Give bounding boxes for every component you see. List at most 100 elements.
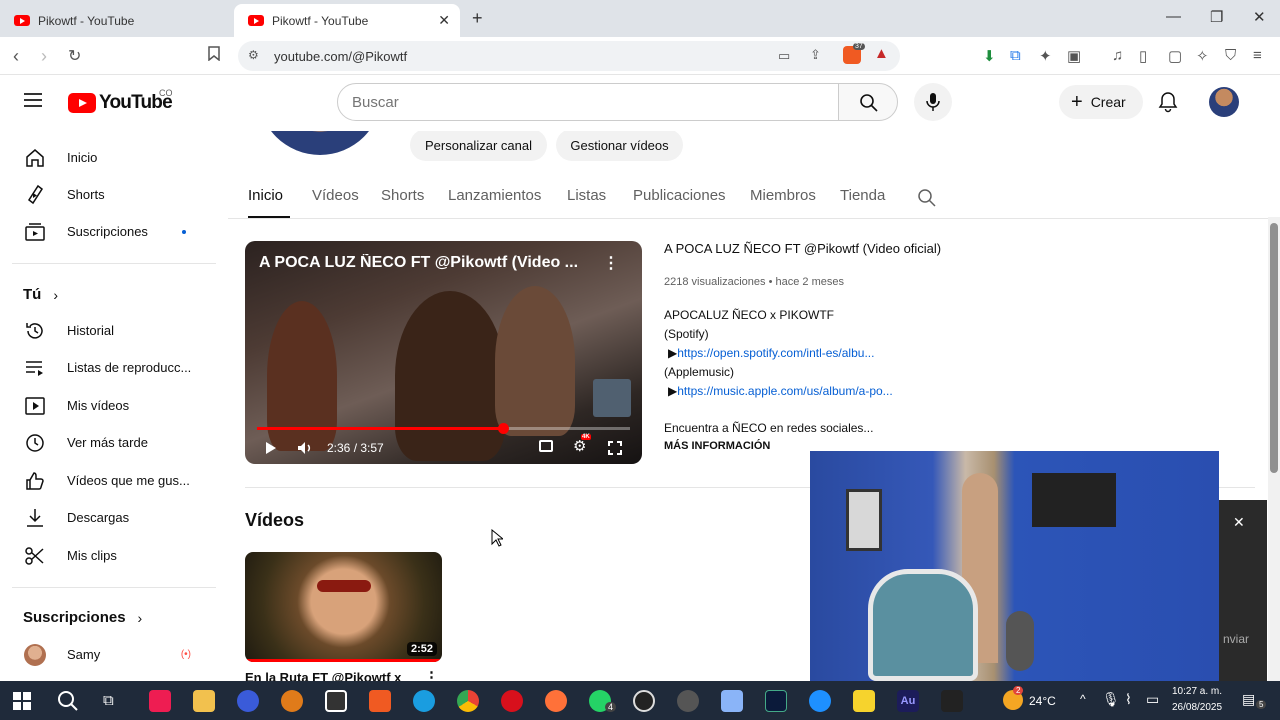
task-view-icon[interactable]: ⧉ <box>103 692 114 709</box>
sidebar-item-historial[interactable]: Historial <box>12 312 216 349</box>
app-icon[interactable] <box>633 690 655 712</box>
extensions-icon[interactable]: ✦ <box>1039 47 1052 65</box>
customize-channel-button[interactable]: Personalizar canal <box>410 131 547 161</box>
sidebar-item-shorts[interactable]: Shorts <box>12 176 216 213</box>
sidebar-item-mis-videos[interactable]: Mis vídeos <box>12 387 216 424</box>
back-icon[interactable]: ‹ <box>13 46 19 67</box>
file-explorer-icon[interactable] <box>193 690 215 712</box>
tab-tienda[interactable]: Tienda <box>840 187 885 204</box>
hamburger-menu-icon[interactable] <box>24 93 42 107</box>
whatsapp-icon[interactable]: 4 <box>589 690 617 712</box>
translate-icon[interactable]: ⧉ <box>1010 47 1021 64</box>
browser-tab-2[interactable]: Pikowtf - YouTube ✕ <box>234 4 460 37</box>
network-icon[interactable]: ⌇ <box>1125 691 1132 708</box>
music-icon[interactable]: ♫ <box>1112 47 1123 64</box>
audition-icon[interactable]: Au <box>897 690 919 712</box>
windows-start-icon[interactable] <box>13 692 31 710</box>
url-field[interactable]: ⚙ youtube.com/@Pikowtf ▭ ⇪ 37 ▲ <box>238 41 900 71</box>
close-tab-icon[interactable]: ✕ <box>438 12 450 29</box>
search-button[interactable] <box>838 83 898 121</box>
share-icon[interactable]: ⇪ <box>810 47 821 63</box>
taskbar-search-icon[interactable] <box>57 690 79 712</box>
clock-date[interactable]: 26/08/2025 <box>1172 702 1222 713</box>
leo-ai-icon[interactable]: ✧ <box>1196 47 1209 65</box>
sidebar-toggle-icon[interactable]: ▯ <box>1139 47 1147 65</box>
app-icon[interactable] <box>281 690 303 712</box>
sidebar-item-inicio[interactable]: Inicio <box>12 139 216 176</box>
sidebar-item-ver-mas-tarde[interactable]: Ver más tarde <box>12 424 216 461</box>
chrome-browser-icon[interactable] <box>457 690 479 712</box>
tab-shorts[interactable]: Shorts <box>381 187 424 204</box>
show-hidden-icons-chevron-icon[interactable]: ^ <box>1080 692 1086 706</box>
new-tab-button[interactable]: + <box>472 8 483 29</box>
sidebar-item-suscripciones[interactable]: Suscripciones <box>12 213 216 250</box>
microphone-tray-icon[interactable]: 🎙 <box>1102 691 1120 708</box>
brave-shields-icon[interactable]: 37 <box>843 43 865 64</box>
volume-icon[interactable] <box>297 441 313 455</box>
menu-icon[interactable]: ≡ <box>1253 47 1262 64</box>
search-input[interactable] <box>338 84 798 120</box>
sidebar-item-descargas[interactable]: Descargas <box>12 499 216 536</box>
subscriptions-section-header[interactable]: Suscripciones › <box>23 609 142 626</box>
reading-list-icon[interactable]: ▣ <box>1067 47 1081 65</box>
tab-inicio[interactable]: Inicio <box>248 187 283 204</box>
volume-tray-icon[interactable]: ▭ <box>1146 691 1159 708</box>
video-more-options-icon[interactable]: ⋮ <box>424 668 439 681</box>
progress-bar[interactable] <box>257 423 630 434</box>
site-settings-icon[interactable]: ⚙ <box>248 48 259 62</box>
close-overlay-icon[interactable]: ✕ <box>1233 514 1245 531</box>
voice-search-button[interactable] <box>914 83 952 121</box>
webcam-overlay[interactable] <box>810 451 1219 681</box>
spotify-link[interactable]: https://open.spotify.com/intl-es/albu... <box>677 346 874 360</box>
sticky-notes-icon[interactable] <box>853 690 875 712</box>
channel-search-icon[interactable] <box>917 188 937 208</box>
video-thumbnail[interactable]: 2:52 <box>245 552 442 662</box>
forward-icon[interactable]: › <box>41 46 47 67</box>
page-scrollbar[interactable] <box>1268 217 1280 681</box>
bookmark-icon[interactable] <box>208 46 220 65</box>
videos-section-heading[interactable]: Vídeos <box>245 510 304 531</box>
firefox-browser-icon[interactable] <box>545 690 567 712</box>
tiktok-icon[interactable] <box>149 690 171 712</box>
tab-miembros[interactable]: Miembros <box>750 187 816 204</box>
fullscreen-icon[interactable] <box>608 441 622 455</box>
opera-browser-icon[interactable] <box>501 690 523 712</box>
notifications-bell-icon[interactable] <box>1158 91 1178 113</box>
obs-icon[interactable] <box>677 690 699 712</box>
apple-music-link[interactable]: https://music.apple.com/us/album/a-po... <box>677 384 892 398</box>
app-icon[interactable] <box>237 690 259 712</box>
tab-publicaciones[interactable]: Publicaciones <box>633 187 726 204</box>
download-arrow-icon[interactable]: ⬇ <box>983 47 996 65</box>
featured-video-title[interactable]: A POCA LUZ ÑECO FT @Pikowtf (Video ofici… <box>664 241 1084 256</box>
vpn-icon[interactable]: ⛉ <box>1225 47 1236 64</box>
youtube-logo[interactable]: YouTube CO <box>68 88 173 114</box>
scrollbar-thumb[interactable] <box>1270 223 1278 473</box>
minimize-icon[interactable]: — <box>1166 8 1181 25</box>
manage-videos-button[interactable]: Gestionar vídeos <box>556 131 683 161</box>
brave-rewards-icon[interactable]: ▲ <box>874 45 889 62</box>
featured-video-player[interactable]: A POCA LUZ ÑECO FT @Pikowtf (Video ... ⋮… <box>245 241 642 464</box>
browser-tab-1[interactable]: Pikowtf - YouTube <box>0 4 232 37</box>
wallet-icon[interactable]: ▢ <box>1168 47 1182 65</box>
notifications-center-icon[interactable]: ▤ <box>1242 691 1255 708</box>
video-title[interactable]: En la Ruta FT @Pikowtf x <box>245 670 401 681</box>
audio-app-icon[interactable] <box>941 690 963 712</box>
sidebar-item-liked[interactable]: Vídeos que me gus... <box>12 462 216 499</box>
create-button[interactable]: + Crear <box>1059 85 1143 119</box>
more-info-button[interactable]: MÁS INFORMACIÓN <box>664 440 770 452</box>
you-section-header[interactable]: Tú › <box>23 286 58 303</box>
sidebar-item-mis-clips[interactable]: Mis clips <box>12 537 216 574</box>
sidebar-item-playlists[interactable]: Listas de reproducc... <box>12 349 216 386</box>
capcut-icon[interactable] <box>325 690 347 712</box>
account-avatar[interactable] <box>1209 87 1239 117</box>
edge-browser-icon[interactable] <box>413 690 435 712</box>
captions-icon[interactable] <box>539 440 553 452</box>
tab-listas[interactable]: Listas <box>567 187 606 204</box>
tab-lanzamientos[interactable]: Lanzamientos <box>448 187 541 204</box>
app-icon[interactable] <box>765 690 787 712</box>
channel-avatar-large[interactable] <box>258 131 382 155</box>
app-icon[interactable] <box>809 690 831 712</box>
brave-browser-icon[interactable] <box>369 690 391 712</box>
maximize-icon[interactable]: ❐ <box>1210 8 1223 26</box>
weather-icon[interactable]: 2 <box>1003 686 1024 710</box>
